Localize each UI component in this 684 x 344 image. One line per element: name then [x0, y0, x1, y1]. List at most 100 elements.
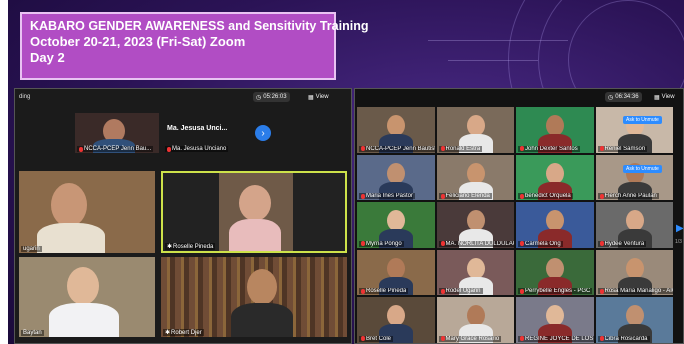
mic-muted-icon [599, 146, 604, 152]
zoom-window-left: ding ◷ 05:26:03 ▦ View NCCA-PCEP Jenn Ba… [14, 88, 352, 344]
participant-tile[interactable]: Myrna Pongo [357, 202, 435, 248]
mic-muted-icon [440, 288, 445, 294]
grid-icon: ▦ [654, 94, 660, 101]
participant-tile[interactable]: Roselle Pineda [357, 249, 435, 296]
participant-tile[interactable]: Hydee Ventura [595, 202, 673, 248]
participant-tile[interactable]: Carmela Ong [516, 202, 594, 248]
avatar [546, 305, 564, 327]
avatar [67, 267, 99, 305]
participant-name: Perrybelle Engles - PGC [518, 288, 593, 295]
participant-tile[interactable]: John Dexter Santos [516, 107, 594, 153]
mic-muted-icon [440, 336, 445, 342]
view-label: View [661, 94, 675, 100]
view-button[interactable]: ▦ View [305, 92, 332, 102]
avatar [239, 185, 271, 221]
participant-tile[interactable]: Mary Grace Rosario [436, 297, 514, 343]
clock-icon: ◷ [256, 94, 262, 101]
avatar [625, 210, 644, 232]
participant-tile[interactable]: NCCA-PCEP Jenn Bautista [357, 107, 435, 153]
avatar [466, 210, 485, 232]
mic-muted-icon [599, 288, 604, 294]
clock-icon: ◷ [608, 94, 614, 101]
participant-tile[interactable]: Ronald Estra [436, 107, 514, 153]
participant-name: Ronald Estra [438, 145, 483, 152]
participant-tile[interactable]: Cibra Rosicarda [595, 297, 673, 343]
avatar [546, 162, 564, 184]
participant-tile[interactable]: Baytan [19, 257, 155, 337]
participant-big-name: Ma. Jesusa Unci... [167, 125, 228, 132]
participant-name: ✱ Robert Djer [163, 329, 204, 336]
participant-tile[interactable]: Maria Ines Pastor [357, 154, 435, 201]
ask-to-unmute-button[interactable]: Ask to Unmute [623, 165, 662, 173]
mic-muted-icon [361, 146, 365, 152]
next-page-arrow-icon[interactable]: ▶ [676, 223, 683, 234]
participant-tile[interactable]: MA. NORLITA DULDULAO [436, 202, 514, 248]
pin-icon: ✱ [165, 330, 171, 336]
participant-tile[interactable]: NCCA-PCEP Jenn Bau... [75, 113, 159, 153]
participant-tile[interactable]: Rosa Maria Manaligo - AIC Ca... [595, 249, 673, 296]
mic-muted-icon [361, 241, 365, 247]
mic-muted-icon [440, 193, 445, 199]
view-button[interactable]: ▦ View [651, 92, 678, 102]
avatar [466, 257, 485, 279]
participant-tile[interactable]: Rodel Ugarin [436, 249, 514, 296]
participant-tile[interactable]: Feliciano Elenda [436, 154, 514, 201]
participant-name: Carmela Ong [518, 240, 563, 247]
participant-tile[interactable]: benedict Orquela [516, 154, 594, 201]
avatar [247, 269, 277, 305]
participant-tile[interactable]: Perrybelle Engles - PGC [516, 249, 594, 296]
avatar [466, 162, 485, 184]
avatar [231, 303, 293, 337]
title-banner: KABARO GENDER AWARENESS and Sensitivity … [20, 12, 369, 80]
timer-value: 06:34:36 [615, 94, 639, 100]
avatar [466, 305, 485, 327]
participant-tile[interactable]: Flerch Anne Paulan [595, 154, 673, 201]
meeting-timer: ◷ 06:34:36 [605, 92, 642, 102]
decor-line [428, 40, 568, 41]
mic-muted-icon [79, 146, 83, 152]
participant-tile[interactable]: ✱ Robert Djer [161, 257, 347, 337]
participant-tile-active[interactable]: ✱ Roselle Pineda [161, 171, 347, 253]
page-indicator: 1/3 [675, 239, 682, 245]
meeting-timer: ◷ 05:26:03 [253, 92, 290, 102]
participant-name: Hydee Ventura [597, 240, 647, 247]
training-day: Day 2 [30, 50, 65, 65]
participant-name: John Dexter Santos [518, 145, 580, 152]
mic-muted-icon [520, 336, 524, 342]
participant-name: Cibra Rosicarda [597, 335, 650, 342]
chevron-right-icon: › [261, 127, 265, 139]
participant-tile[interactable]: Bret Cole [357, 297, 435, 343]
mic-muted-icon [361, 193, 365, 199]
avatar [546, 210, 564, 232]
participant-name: MA. NORLITA DULDULAO [438, 240, 514, 247]
participant-tile[interactable]: ugarin [19, 171, 155, 253]
avatar [466, 115, 485, 136]
avatar [387, 162, 405, 184]
timer-value: 05:26:03 [263, 94, 287, 100]
training-title: KABARO GENDER AWARENESS and Sensitivity … [30, 19, 369, 33]
participant-name: Mary Grace Rosario [438, 335, 502, 342]
mic-muted-icon [520, 146, 524, 152]
grid-icon: ▦ [308, 94, 314, 101]
participant-tile[interactable]: Reniel Samson [595, 107, 673, 153]
mic-muted-icon [520, 241, 524, 247]
next-page-button[interactable]: › [255, 125, 271, 141]
participant-tile[interactable]: REGINE JOYCE DE LOS SANTOS [516, 297, 594, 343]
mic-muted-icon [520, 288, 524, 294]
ask-to-unmute-button[interactable]: Ask to Unmute [623, 116, 662, 124]
avatar [625, 305, 644, 327]
zoom-window-right: ◷ 06:34:36 ▦ View NCCA-PCEP Jenn Bautist… [354, 88, 684, 344]
participant-name: Feliciano Elenda [438, 193, 492, 200]
participant-tile[interactable]: Ma. Jesusa Unci... Ma. Jesusa Unciano [163, 113, 247, 153]
participant-name: NCCA-PCEP Jenn Bautista [359, 145, 435, 152]
mic-muted-icon [167, 146, 171, 152]
avatar [546, 115, 564, 136]
mic-muted-icon [520, 193, 524, 199]
avatar [229, 219, 281, 251]
avatar [37, 223, 105, 253]
view-label: View [315, 94, 329, 100]
avatar [49, 303, 119, 337]
mic-muted-icon [440, 241, 445, 247]
mic-muted-icon [440, 146, 445, 152]
participant-name: ugarin [21, 246, 42, 252]
